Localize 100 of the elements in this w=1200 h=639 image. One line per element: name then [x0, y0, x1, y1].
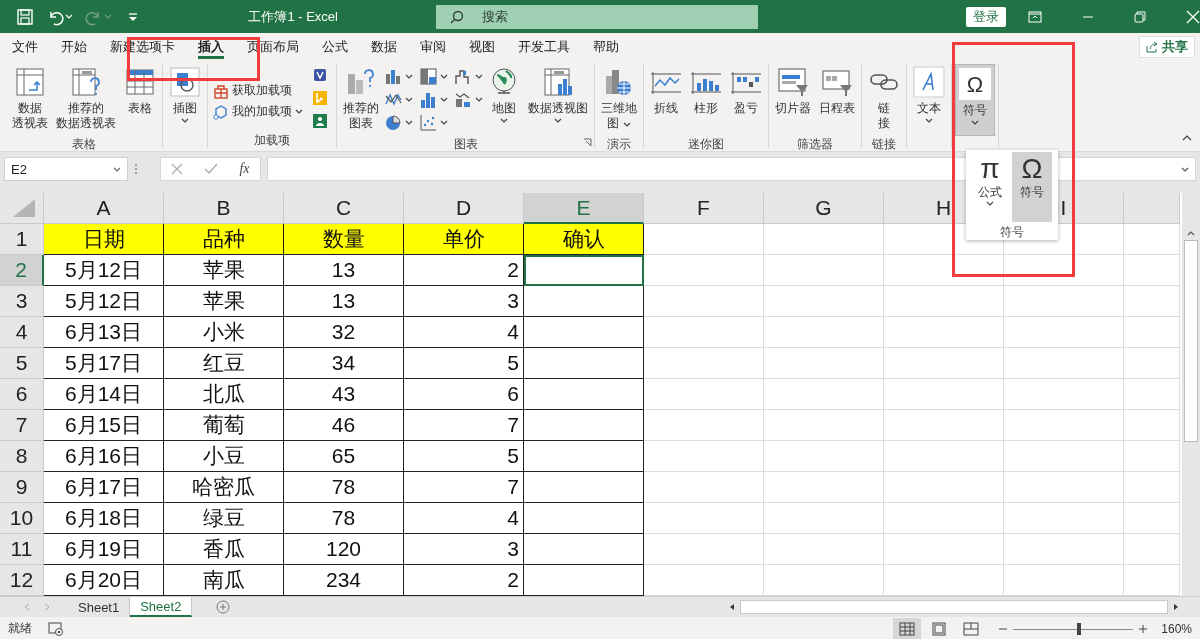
- row-header[interactable]: 3: [0, 286, 44, 317]
- ribbon-button[interactable]: 推荐的 图表: [340, 64, 382, 136]
- ribbon-button[interactable]: 日程表: [816, 64, 858, 136]
- share-button[interactable]: 共享: [1139, 35, 1195, 58]
- row-header[interactable]: 10: [0, 503, 44, 534]
- scatter-chart-button[interactable]: [419, 113, 448, 132]
- pie-chart-icon: [384, 113, 403, 132]
- ribbon-button[interactable]: 获取加载项: [211, 82, 305, 99]
- dialog-launcher-icon[interactable]: [583, 138, 592, 147]
- share-icon: [1146, 40, 1158, 53]
- restore-icon[interactable]: [1134, 10, 1146, 23]
- ribbon-button[interactable]: 表格: [121, 64, 159, 136]
- row-header[interactable]: 9: [0, 472, 44, 503]
- pivot-chart-icon: [542, 66, 574, 98]
- ribbon-button[interactable]: 折线: [647, 64, 685, 136]
- ribbon-button[interactable]: 推荐的 数据透视表: [53, 64, 119, 136]
- ribbon-tab[interactable]: 文件: [12, 34, 38, 59]
- save-icon[interactable]: [16, 7, 34, 26]
- group-label: 迷你图: [688, 136, 724, 152]
- name-box[interactable]: E2: [4, 157, 128, 181]
- row-header[interactable]: 7: [0, 410, 44, 441]
- normal-view-button[interactable]: [893, 618, 922, 639]
- column-header[interactable]: C: [284, 193, 404, 224]
- scroll-left-icon[interactable]: [728, 603, 736, 611]
- column-header[interactable]: F: [644, 193, 764, 224]
- enter-icon[interactable]: [204, 163, 219, 175]
- zoom-level[interactable]: 160%: [1161, 621, 1192, 636]
- pie-chart-button[interactable]: [384, 113, 413, 132]
- cancel-icon[interactable]: [171, 163, 184, 175]
- ribbon-button[interactable]: 链 接: [865, 64, 903, 136]
- ribbon-display-icon[interactable]: [1028, 10, 1042, 23]
- visio-icon[interactable]: [311, 66, 329, 84]
- ribbon-button[interactable]: 地图: [485, 64, 523, 136]
- column-chart-button[interactable]: [384, 67, 413, 86]
- ribbon-button[interactable]: 切片器: [772, 64, 814, 136]
- row-header[interactable]: 2: [0, 255, 44, 286]
- row-header[interactable]: 12: [0, 565, 44, 596]
- hierarchy-chart-icon: [419, 67, 438, 86]
- ribbon-button[interactable]: 数据透视图: [525, 64, 591, 136]
- slider-thumb[interactable]: [1077, 622, 1082, 635]
- menu-item[interactable]: Ω 符号: [1012, 152, 1052, 222]
- ribbon-tab[interactable]: 开发工具: [518, 34, 570, 59]
- ribbon-tab[interactable]: 帮助: [593, 34, 619, 59]
- empty-cell: [1124, 410, 1180, 441]
- ribbon-tab[interactable]: 公式: [322, 34, 348, 59]
- table-cell: 5月17日: [44, 348, 164, 379]
- people-graph-icon[interactable]: [311, 112, 329, 130]
- sign-in-button[interactable]: 登录: [966, 6, 1006, 27]
- ribbon-button[interactable]: 三维地 图: [598, 64, 640, 136]
- macro-record-icon[interactable]: [48, 621, 64, 636]
- close-icon[interactable]: [1186, 9, 1200, 24]
- table-cell: 78: [284, 503, 404, 534]
- active-cell[interactable]: [524, 255, 644, 286]
- ribbon-button[interactable]: 柱形: [687, 64, 725, 136]
- ribbon-tab[interactable]: 视图: [469, 34, 495, 59]
- ribbon-button[interactable]: 数据 透视表: [9, 64, 51, 136]
- collapse-ribbon-icon[interactable]: [1182, 135, 1192, 141]
- row-header[interactable]: 4: [0, 317, 44, 348]
- hierarchy-chart-button[interactable]: [419, 67, 448, 86]
- table-cell: 6月17日: [44, 472, 164, 503]
- waterfall-chart-button[interactable]: [454, 67, 483, 86]
- row-header[interactable]: 6: [0, 379, 44, 410]
- pivot-table-icon: [14, 66, 46, 98]
- column-header[interactable]: E: [524, 193, 644, 224]
- ribbon-tab[interactable]: 数据: [371, 34, 397, 59]
- table-cell: 6月19日: [44, 534, 164, 565]
- column-header[interactable]: D: [404, 193, 524, 224]
- row-header[interactable]: 11: [0, 534, 44, 565]
- ribbon-tab[interactable]: 开始: [61, 34, 87, 59]
- vertical-scrollbar[interactable]: [1182, 193, 1200, 596]
- add-sheet-icon[interactable]: [216, 600, 231, 614]
- column-header[interactable]: B: [164, 193, 284, 224]
- empty-cell: [1124, 503, 1180, 534]
- row-header[interactable]: 8: [0, 441, 44, 472]
- column-header[interactable]: A: [44, 193, 164, 224]
- sheet-tab[interactable]: Sheet2: [130, 597, 193, 617]
- table-cell: 单价: [404, 224, 524, 255]
- search-icon: [450, 9, 465, 24]
- ribbon-button[interactable]: Ω 符号: [955, 64, 995, 136]
- page-break-view-icon: [963, 621, 980, 636]
- scroll-right-icon[interactable]: [1172, 603, 1180, 611]
- formula-input[interactable]: [267, 157, 1196, 181]
- ribbon-button[interactable]: 插图: [166, 64, 204, 136]
- table-cell: 6月15日: [44, 410, 164, 441]
- row-header[interactable]: 5: [0, 348, 44, 379]
- ribbon-tab[interactable]: 审阅: [420, 34, 446, 59]
- row-header[interactable]: 1: [0, 224, 44, 255]
- search-field[interactable]: 搜索: [436, 4, 759, 29]
- statistic-chart-button[interactable]: [419, 90, 448, 109]
- ribbon-button[interactable]: 盈亏: [727, 64, 765, 136]
- normal-view-icon: [899, 621, 916, 636]
- ribbon-button[interactable]: 文本: [910, 64, 948, 136]
- column-header[interactable]: G: [764, 193, 884, 224]
- zoom-in-icon[interactable]: [1139, 624, 1148, 633]
- insert-function-button[interactable]: fx: [239, 161, 250, 177]
- table-cell: 3: [404, 286, 524, 317]
- table-cell: 确认: [524, 224, 644, 255]
- table-cell: 13: [284, 286, 404, 317]
- ribbon-button[interactable]: 我的加载项: [211, 103, 305, 120]
- caret-icon: [440, 74, 448, 79]
